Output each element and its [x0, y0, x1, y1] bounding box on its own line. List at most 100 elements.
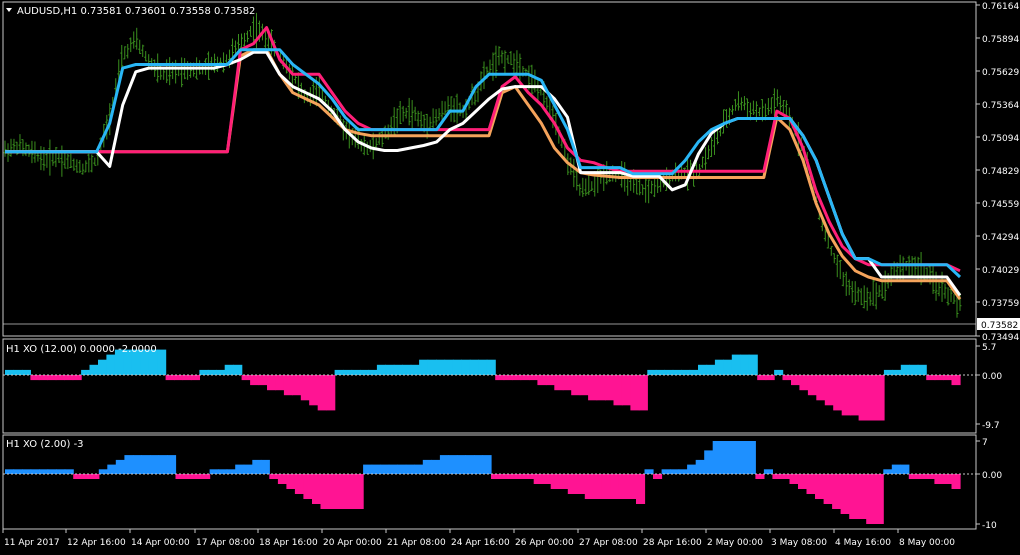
xo12-bar [469, 359, 479, 375]
xo12-bar [799, 375, 809, 391]
xo2-bar [13, 469, 23, 474]
xo2-bar [593, 474, 603, 499]
xo12-bar [452, 359, 462, 375]
xo2-bar [533, 474, 543, 484]
xo2-bar [559, 474, 569, 489]
xo2-bar [815, 474, 825, 499]
xo2-bar [610, 474, 620, 499]
xo2-bar [294, 474, 304, 494]
xo12-bar [562, 375, 572, 391]
xo2-bar [158, 455, 168, 474]
xo12-bar [757, 375, 767, 381]
xo12-bar [233, 364, 243, 375]
xo12-bar [190, 375, 200, 381]
price-tick-label: 0.75629 [982, 68, 1019, 78]
xo2-bar [303, 474, 313, 499]
xo2-tick-label: 7 [982, 438, 988, 448]
xo2-bar [789, 474, 799, 484]
time-axis: 11 Apr 2017 12 Apr 16:00 14 Apr 00:00 17 Ap… [2, 529, 955, 548]
time-tick-label: 12 Apr 16:00 [67, 538, 126, 548]
xo2-bar [550, 474, 560, 489]
xo2-bar [712, 441, 722, 474]
xo2-bar [601, 474, 611, 499]
xo12-tick-label: 5.7 [982, 343, 996, 353]
xo2-bar [780, 474, 790, 479]
xo2-bar [499, 474, 509, 479]
chart-canvas[interactable]: 5.7 0.00 -9.7 7 0.00 -10 0.76164 0.75894 0.756… [0, 0, 1020, 551]
xo12-bar [258, 375, 268, 386]
xo12-bar [157, 349, 167, 375]
xo12-bar [300, 375, 310, 401]
xo2-bar [107, 464, 117, 474]
xo2-bar [371, 464, 381, 474]
xo2-bar [47, 469, 57, 474]
xo12-bar [943, 375, 953, 381]
xo12-bar [512, 375, 522, 381]
xo12-bar [824, 375, 834, 406]
xo2-bar [354, 474, 364, 509]
xo12-bar [664, 369, 674, 375]
price-tick-label: 0.74029 [982, 266, 1019, 276]
symbol-header[interactable]: AUDUSD,H1 0.73581 0.73601 0.73558 0.7358… [6, 6, 255, 17]
xo2-bar [5, 469, 15, 474]
xo12-bar [791, 375, 801, 386]
xo2-bar [269, 474, 279, 479]
xo2-bar [798, 474, 808, 489]
xo2-bar [192, 474, 202, 479]
indicator-lines [5, 26, 962, 300]
xo2-bar [883, 469, 893, 474]
xo2-bar [866, 474, 876, 524]
xo12-bar [461, 359, 471, 375]
xo12-bar [309, 375, 319, 406]
xo12-bar [672, 369, 682, 375]
xo12-bar [30, 375, 40, 381]
xo12-bar [89, 364, 99, 375]
xo2-bar [363, 464, 373, 474]
xo12-bar [385, 364, 395, 375]
xo12-bar [21, 369, 31, 375]
time-tick-label: 20 Apr 00:00 [323, 538, 382, 548]
xo12-bar [807, 375, 817, 396]
xo2-bar [56, 469, 66, 474]
price-tick-label: 0.74294 [982, 233, 1019, 243]
xo2-bar [900, 464, 910, 474]
xo12-bar [174, 375, 184, 381]
xo12-bar [596, 375, 606, 401]
xo12-bar [207, 369, 217, 375]
xo2-bar [482, 455, 492, 474]
blue-line [5, 48, 962, 279]
triangle-down-icon[interactable] [6, 8, 12, 12]
symbol-label: AUDUSD,H1 0.73581 0.73601 0.73558 0.7358… [17, 6, 255, 17]
xo2-bar [201, 474, 211, 479]
xo12-bar [393, 364, 403, 375]
xo2-bar [857, 474, 867, 519]
xo2-bar [823, 474, 833, 504]
time-tick-label: 8 May 00:00 [899, 538, 955, 548]
time-tick-label: 4 May 16:00 [835, 538, 891, 548]
xo12-bar [64, 375, 74, 381]
xo12-bar [241, 375, 251, 381]
xo2-bar [456, 455, 466, 474]
xo2-bar [226, 469, 236, 474]
xo2-bar [874, 474, 884, 524]
xo2-title: H1 XO (2.00) -3 [6, 439, 84, 450]
xo2-bar [150, 455, 160, 474]
xo2-bar [218, 469, 228, 474]
xo2-bar [252, 459, 262, 474]
xo12-bar [638, 375, 648, 411]
price-tick-label: 0.75364 [982, 101, 1019, 111]
xo2-bar [388, 464, 398, 474]
xo12-bar [545, 375, 555, 386]
time-tick-label: 24 Apr 16:00 [451, 538, 510, 548]
xo12-bar [917, 364, 927, 375]
time-tick-label: 11 Apr 2017 [4, 538, 60, 548]
xo2-bar [329, 474, 339, 509]
xo2-bar [235, 464, 245, 474]
xo2-bar [346, 474, 356, 509]
xo2-bar [542, 474, 552, 484]
xo12-bar [165, 375, 175, 381]
orange-line [5, 48, 962, 300]
xo2-bar [39, 469, 49, 474]
price-tick-label: 0.73759 [982, 299, 1019, 309]
xo2-bar [491, 474, 501, 479]
